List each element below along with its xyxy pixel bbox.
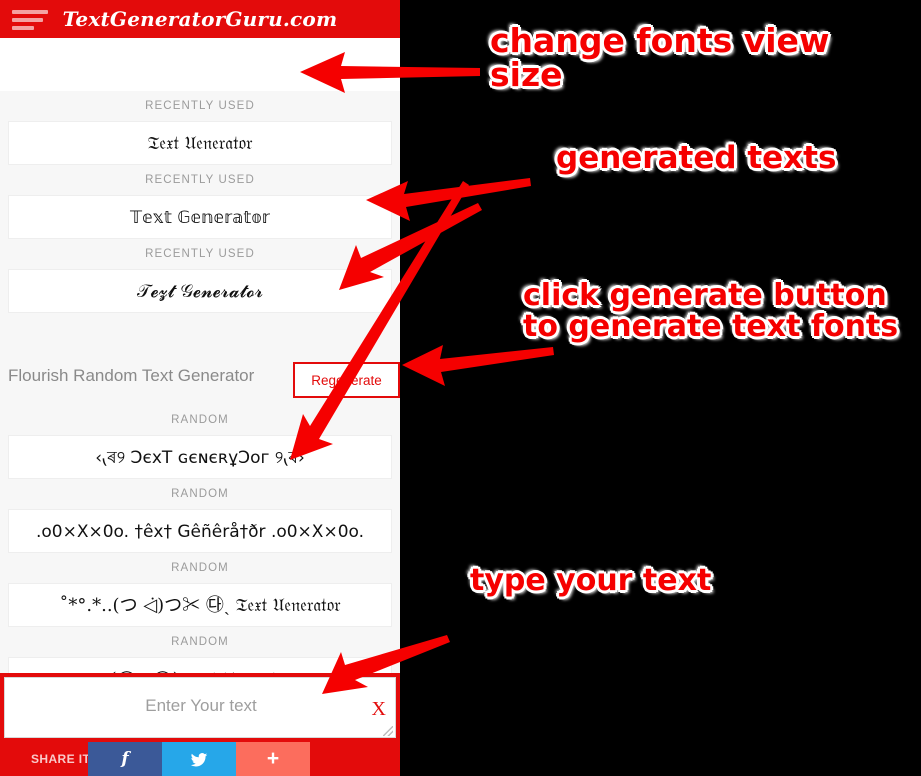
recently-used-value[interactable]: 𝕋𝕖𝕩𝕥 𝔾𝕖𝕟𝕖𝕣𝕒𝕥𝕠𝕣 <box>8 195 392 239</box>
recently-used-label: RECENTLY USED <box>0 165 400 195</box>
share-more-button[interactable]: + <box>236 742 310 776</box>
random-value[interactable]: ‹⹛ৰ୨ ƆєxT ɢєɴєʀұƆог ୨⹛ৰ› <box>8 435 392 479</box>
random-value[interactable]: ˚*°.*..(つ ◁̇)つ✂ ㉰ˎ 𝔗𝔢𝔵𝔱 𝔘𝔢𝔫𝔢𝔯𝔞𝔱𝔬𝔯 <box>8 583 392 627</box>
random-item: RANDOM .o0×X×0o. †êх† Gêñêrå†ðr .o0×X×0o… <box>0 479 400 553</box>
site-logo: TextGeneratorGuru.com <box>62 7 338 31</box>
random-item: RANDOM ‹⹛ৰ୨ ƆєxT ɢєɴєʀұƆог ୨⹛ৰ› <box>0 405 400 479</box>
text-input-field[interactable]: Enter Your text X <box>4 677 396 738</box>
recently-used-list: RECENTLY USED 𝔗𝔢𝔵𝔱 𝔘𝔢𝔫𝔢𝔯𝔞𝔱𝔬𝔯 RECENTLY US… <box>0 91 400 313</box>
mobile-app-panel: TextGeneratorGuru.com FONTS SIZE: RECENT… <box>0 0 400 776</box>
random-item: RANDOM ˚*°.*..(つ ◁̇)つ✂ ㉰ˎ 𝔗𝔢𝔵𝔱 𝔘𝔢𝔫𝔢𝔯𝔞𝔱𝔬𝔯 <box>0 553 400 627</box>
random-label: RANDOM <box>0 479 400 509</box>
random-label: RANDOM <box>0 553 400 583</box>
recently-used-value[interactable]: 𝔗𝔢𝔵𝔱 𝔘𝔢𝔫𝔢𝔯𝔞𝔱𝔬𝔯 <box>8 121 392 165</box>
text-entry-area: Enter Your text X <box>0 673 400 742</box>
recently-used-item: RECENTLY USED 𝔗𝔢𝔵𝔱 𝔘𝔢𝔫𝔢𝔯𝔞𝔱𝔬𝔯 <box>0 91 400 165</box>
app-header-bar: TextGeneratorGuru.com <box>0 0 400 38</box>
fontsize-control-row: FONTS SIZE: <box>0 38 400 121</box>
clear-text-icon[interactable]: X <box>372 698 386 721</box>
regenerate-button[interactable]: Regenerate <box>293 362 400 398</box>
text-input-placeholder: Enter Your text <box>145 696 257 715</box>
recently-used-label: RECENTLY USED <box>0 91 400 121</box>
share-label: SHARE IT: <box>31 752 94 766</box>
generator-title: Flourish Random Text Generator <box>8 366 255 385</box>
share-facebook-button[interactable]: f <box>88 742 162 776</box>
share-bar: SHARE IT: f + <box>0 742 400 776</box>
random-label: RANDOM <box>0 627 400 657</box>
recently-used-value[interactable]: 𝒯𝓮𝔃𝓽 𝒢𝓮𝓷𝓮𝓻𝓪𝓽𝓸𝓻 <box>8 269 392 313</box>
recently-used-label: RECENTLY USED <box>0 239 400 269</box>
annotation-generated-texts: generated texts <box>556 140 837 176</box>
annotation-change-fonts-view-size: change fonts view size <box>490 21 830 94</box>
resize-handle-icon[interactable] <box>383 726 393 736</box>
share-twitter-button[interactable] <box>162 742 236 776</box>
twitter-bird-icon <box>190 752 208 766</box>
recently-used-item: RECENTLY USED 𝒯𝓮𝔃𝓽 𝒢𝓮𝓷𝓮𝓻𝓪𝓽𝓸𝓻 <box>0 239 400 313</box>
random-label: RANDOM <box>0 405 400 435</box>
recently-used-item: RECENTLY USED 𝕋𝕖𝕩𝕥 𝔾𝕖𝕟𝕖𝕣𝕒𝕥𝕠𝕣 <box>0 165 400 239</box>
random-value[interactable]: .o0×X×0o. †êх† Gêñêrå†ðr .o0×X×0o. <box>8 509 392 553</box>
annotation-type-your-text: type your text <box>470 563 712 598</box>
random-results-list: RANDOM ‹⹛ৰ୨ ƆєxT ɢєɴєʀұƆог ୨⹛ৰ› RANDOM .… <box>0 405 400 701</box>
annotation-click-generate-button: click generate button to generate text f… <box>523 278 899 344</box>
arrow-to-regenerate <box>402 345 554 386</box>
